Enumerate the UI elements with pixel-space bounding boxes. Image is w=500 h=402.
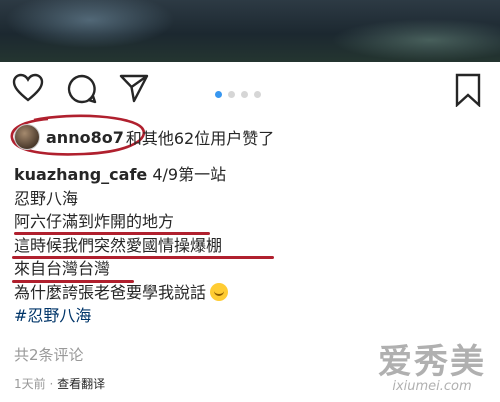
caption-author[interactable]: kuazhang_cafe: [14, 165, 147, 184]
carousel-dot[interactable]: [254, 91, 261, 98]
carousel-dot[interactable]: [228, 91, 235, 98]
post-caption: kuazhang_cafe 4/9第一站 忍野八海 阿六仔滿到炸開的地方 這時候…: [14, 163, 229, 328]
caption-first-line: 4/9第一站: [152, 165, 227, 184]
caption-line: 這時候我們突然愛國情操爆棚: [14, 235, 223, 255]
watermark-text: 爱秀美: [378, 342, 486, 382]
caption-line: 來自台灣台灣: [14, 259, 111, 278]
post-meta: 1天前 · 查看翻译: [14, 375, 105, 392]
liker-username[interactable]: anno8o7: [46, 128, 124, 147]
comment-icon[interactable]: [66, 73, 98, 105]
likes-count-text[interactable]: 和其他62位用户赞了: [126, 125, 274, 149]
caption-line: 阿六仔滿到炸開的地方: [14, 212, 175, 231]
view-comments-link[interactable]: 共2条评论: [14, 344, 84, 365]
carousel-indicator: [215, 91, 261, 98]
share-icon[interactable]: [118, 73, 150, 103]
likes-summary: anno8o7 和其他62位用户赞了: [14, 122, 274, 152]
laughing-emoji-icon: [210, 282, 229, 301]
watermark-url: ixiumei.com: [392, 379, 472, 394]
post-time: 1天前: [14, 377, 46, 391]
see-translation-link[interactable]: 查看翻译: [57, 377, 105, 391]
carousel-dot[interactable]: [215, 91, 222, 98]
avatar[interactable]: [14, 124, 40, 150]
meta-separator: ·: [49, 377, 54, 391]
hashtag-link[interactable]: #忍野八海: [14, 306, 91, 325]
watermark: 爱秀美 ixiumei.com: [378, 334, 486, 394]
heart-icon[interactable]: [12, 73, 44, 103]
red-underline-annotation: [12, 280, 134, 283]
post-photo[interactable]: [0, 0, 500, 62]
caption-line: 為什麼誇張老爸要學我說話: [14, 282, 207, 302]
red-underline-annotation: [12, 256, 274, 259]
red-underline-annotation: [14, 232, 210, 235]
caption-line: 忍野八海: [14, 188, 79, 208]
bookmark-icon[interactable]: [454, 73, 482, 107]
carousel-dot[interactable]: [241, 91, 248, 98]
